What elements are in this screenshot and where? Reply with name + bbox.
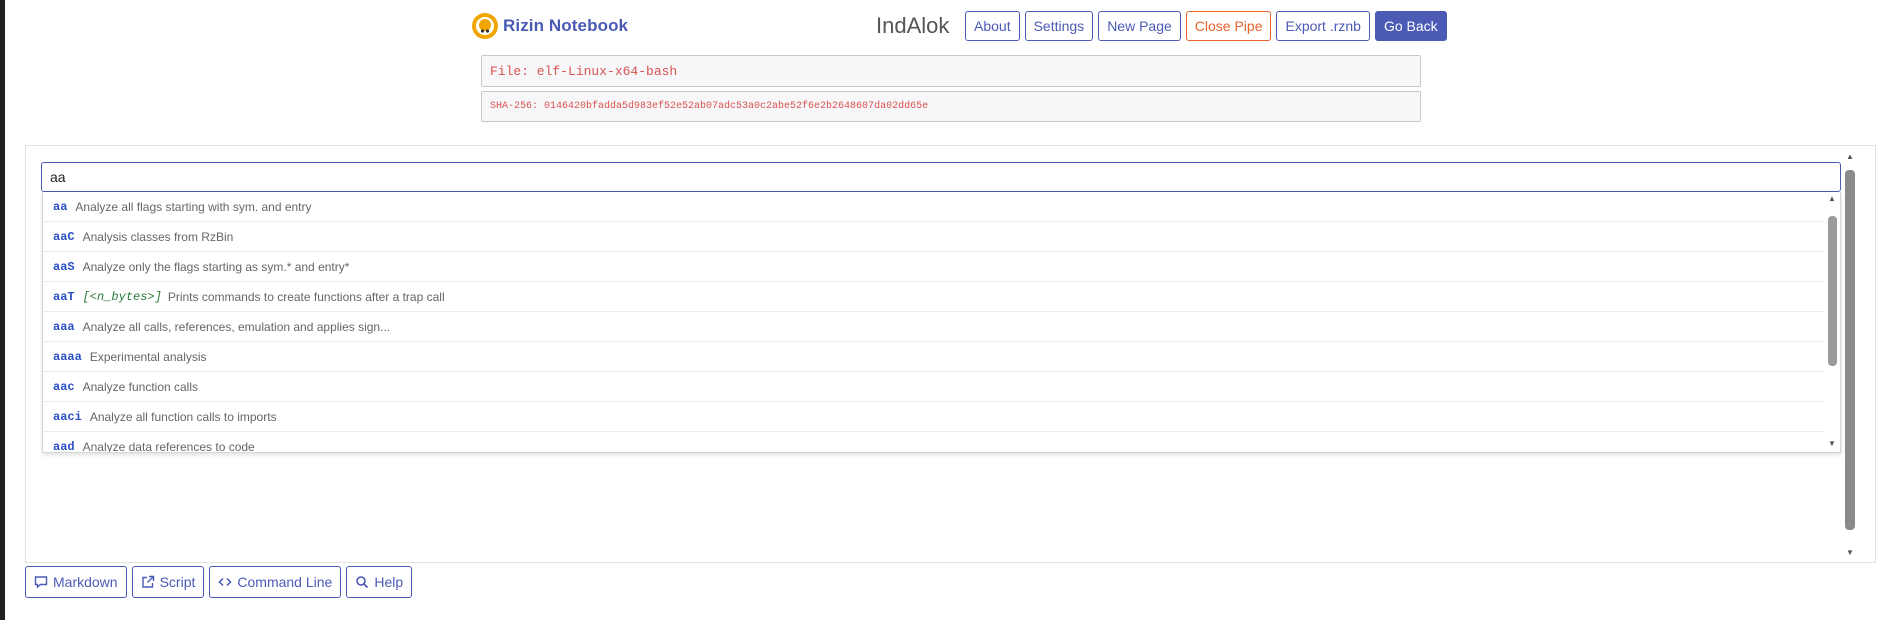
suggestion-item[interactable]: aaa Analyze all calls, references, emula… [43,312,1824,342]
scrollbar-thumb[interactable] [1845,170,1855,530]
autocomplete-list: aa Analyze all flags starting with sym. … [42,192,1841,453]
command-line-button[interactable]: Command Line [209,566,342,598]
cell-toolbar: Markdown Script Command Line Help [25,566,413,598]
suggestion-command: aaaa [53,349,82,364]
autocomplete-scrollbar[interactable]: ▲ ▼ [1825,192,1839,452]
page-title: IndAlok [876,13,950,38]
scrollbar-thumb[interactable] [1828,216,1837,366]
suggestion-description: Prints commands to create functions afte… [167,289,445,304]
search-icon [356,576,369,589]
window-edge [0,0,5,620]
file-hash-display: SHA-256: 0146420bfadda5d983ef52e52ab07ad… [481,91,1421,122]
suggestion-item[interactable]: aad Analyze data references to code [43,432,1824,453]
scroll-up-icon[interactable]: ▲ [1827,194,1837,204]
suggestion-description: Analyze all calls, references, emulation… [82,319,391,334]
header-nav: About Settings New Page Close Pipe Expor… [965,11,1447,41]
scroll-down-icon[interactable]: ▼ [1827,439,1837,449]
suggestion-description: Analyze all function calls to imports [89,409,277,424]
suggestion-command: aaci [53,409,82,424]
new-page-button[interactable]: New Page [1098,11,1181,41]
suggestion-description: Analyze data references to code [82,439,255,453]
suggestion-item[interactable]: aaci Analyze all function calls to impor… [43,402,1824,432]
comment-icon [34,576,48,589]
suggestion-description: Experimental analysis [89,349,207,364]
file-name-display: File: elf-Linux-x64-bash [481,55,1421,87]
brand[interactable]: Rizin Notebook [471,12,628,40]
suggestion-description: Analyze function calls [82,379,199,394]
suggestion-command: aaT [53,289,75,304]
external-link-icon [141,575,154,588]
script-button[interactable]: Script [131,566,205,598]
suggestion-item[interactable]: aaS Analyze only the flags starting as s… [43,252,1824,282]
help-label: Help [374,574,404,590]
command-input[interactable] [41,162,1841,192]
suggestion-item[interactable]: aaaa Experimental analysis [43,342,1824,372]
brand-title: Rizin Notebook [503,16,629,35]
suggestion-item[interactable]: aaC Analysis classes from RzBin [43,222,1824,252]
suggestion-command: aad [53,439,75,453]
rizin-logo-icon [472,13,498,39]
settings-button[interactable]: Settings [1024,11,1094,41]
scroll-down-icon[interactable]: ▼ [1845,548,1855,558]
command-line-label: Command Line [237,574,333,590]
script-label: Script [159,574,196,590]
code-icon [218,577,232,587]
about-button[interactable]: About [965,11,1020,41]
export-rznb-button[interactable]: Export .rznb [1276,11,1370,41]
suggestion-item[interactable]: aac Analyze function calls [43,372,1824,402]
suggestion-command: aac [53,379,75,394]
suggestion-item[interactable]: aa Analyze all flags starting with sym. … [43,192,1824,222]
close-pipe-button[interactable]: Close Pipe [1185,11,1272,41]
suggestion-command: aaa [53,319,75,334]
suggestion-item[interactable]: aaT [<n_bytes>] Prints commands to creat… [43,282,1824,312]
markdown-label: Markdown [53,574,118,590]
suggestion-args: [<n_bytes>] [82,289,162,304]
go-back-button[interactable]: Go Back [1374,11,1447,41]
suggestion-description: Analysis classes from RzBin [82,229,234,244]
suggestion-description: Analyze only the flags starting as sym.*… [82,259,350,274]
suggestion-description: Analyze all flags starting with sym. and… [75,199,312,214]
scroll-up-icon[interactable]: ▲ [1845,152,1855,162]
suggestion-command: aa [53,199,68,214]
suggestion-command: aaS [53,259,75,274]
markdown-button[interactable]: Markdown [25,566,127,598]
cell-scrollbar[interactable]: ▲ ▼ [1843,152,1857,558]
help-button[interactable]: Help [346,566,413,598]
suggestion-command: aaC [53,229,75,244]
